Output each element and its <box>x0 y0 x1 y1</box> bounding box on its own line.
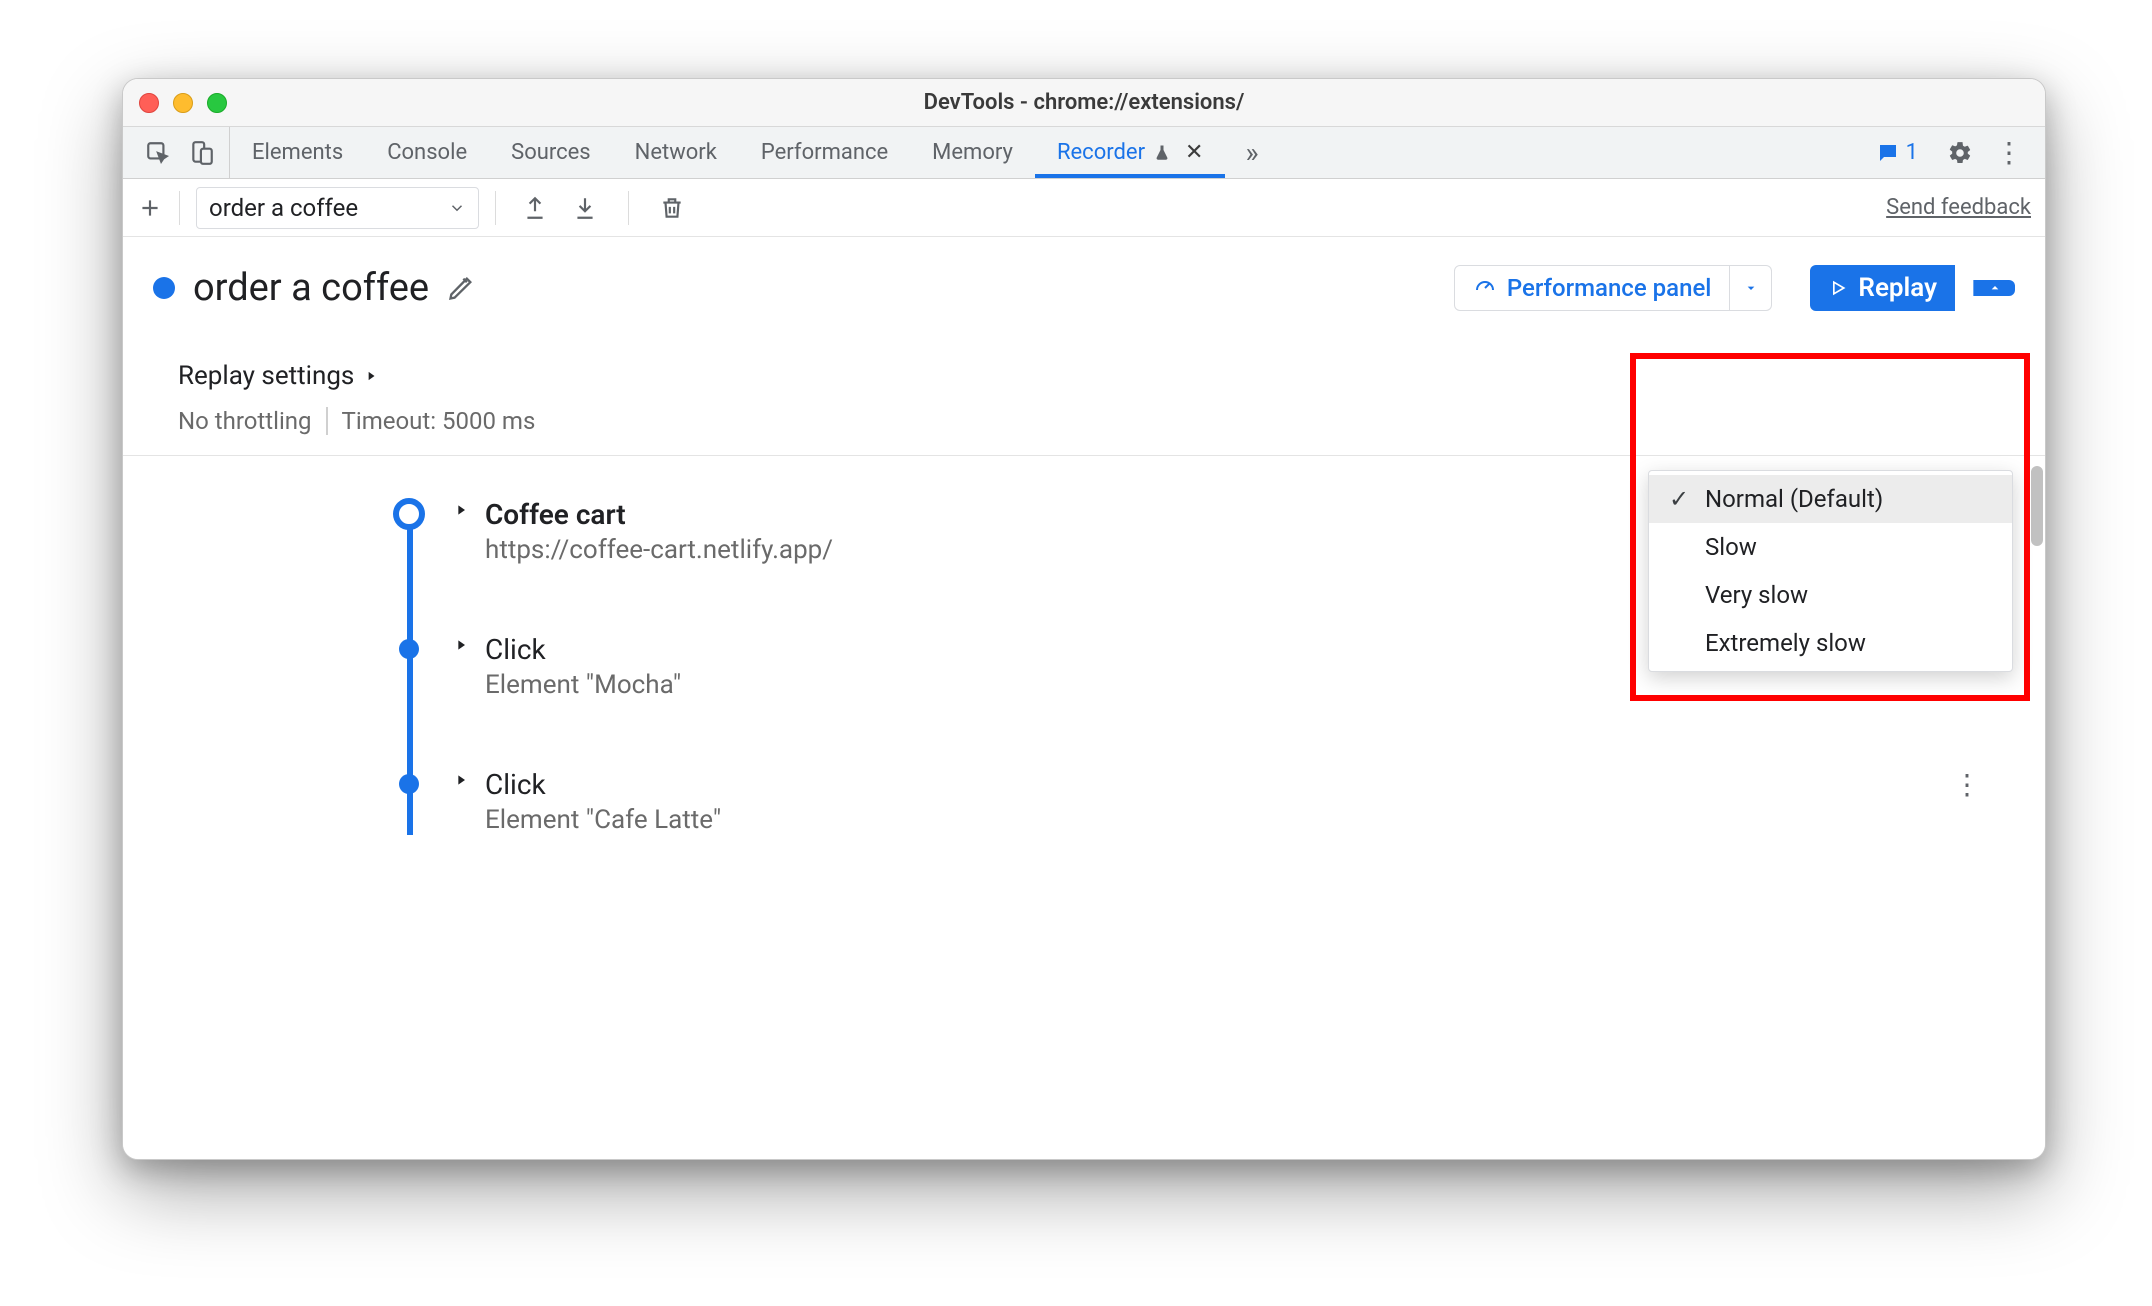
step-subtitle: https://coffee-cart.netlify.app/ <box>485 535 833 565</box>
recording-title: order a coffee <box>193 266 429 310</box>
tabs-overflow-button[interactable]: » <box>1225 127 1278 178</box>
tabs-list: Elements Console Sources Network Perform… <box>230 127 1225 178</box>
replay-settings-label: Replay settings <box>178 361 354 391</box>
step-node <box>399 774 419 794</box>
replay-settings-section: Replay settings No throttling Timeout: 5… <box>123 321 2045 456</box>
tab-elements[interactable]: Elements <box>230 127 365 178</box>
replay-speed-label: Normal (Default) <box>1705 485 1883 513</box>
close-window-button[interactable] <box>139 93 159 113</box>
fullscreen-window-button[interactable] <box>207 93 227 113</box>
replay-speed-option[interactable]: Extremely slow <box>1649 619 2012 667</box>
chevron-right-icon <box>364 369 378 383</box>
step-subtitle: Element "Cafe Latte" <box>485 805 721 835</box>
recording-header: order a coffee Performance panel Replay <box>123 237 2045 321</box>
tab-memory[interactable]: Memory <box>910 127 1035 178</box>
replay-speed-option[interactable]: Slow <box>1649 523 2012 571</box>
performance-panel-button[interactable]: Performance panel <box>1454 265 1731 311</box>
replay-speed-label: Very slow <box>1705 581 1808 609</box>
chevron-down-icon <box>448 199 466 217</box>
performance-panel-label: Performance panel <box>1507 274 1712 302</box>
titlebar: DevTools - chrome://extensions/ <box>123 79 2045 127</box>
performance-panel-dropdown[interactable] <box>1730 265 1772 311</box>
edit-title-icon[interactable] <box>447 274 475 302</box>
step-title: Click <box>485 633 681 666</box>
check-icon: ✓ <box>1667 485 1691 513</box>
tab-console[interactable]: Console <box>365 127 489 178</box>
replay-speed-menu: ✓ Normal (Default) Slow Very slow Extrem… <box>1648 470 2013 672</box>
step-node <box>393 498 425 530</box>
step-menu-icon[interactable]: ⋮ <box>1953 768 1981 801</box>
devtools-tabbar: Elements Console Sources Network Perform… <box>123 127 2045 179</box>
minimize-window-button[interactable] <box>173 93 193 113</box>
tab-recorder[interactable]: Recorder ✕ <box>1035 127 1226 178</box>
issues-count: 1 <box>1906 140 1918 165</box>
traffic-lights <box>139 93 227 113</box>
device-toolbar-icon[interactable] <box>189 140 215 166</box>
separator <box>326 407 328 435</box>
replay-label: Replay <box>1858 273 1937 303</box>
recorder-toolbar: order a coffee Send feedback <box>123 179 2045 237</box>
export-icon[interactable] <box>522 195 548 221</box>
expand-step-icon[interactable] <box>453 772 469 788</box>
throttling-value: No throttling <box>178 407 312 435</box>
new-recording-icon[interactable] <box>137 195 163 221</box>
tab-recorder-label: Recorder <box>1057 140 1145 165</box>
play-icon <box>1828 278 1848 298</box>
step-subtitle: Element "Mocha" <box>485 670 681 700</box>
step-node <box>399 639 419 659</box>
recording-selector[interactable]: order a coffee <box>196 187 479 229</box>
step-item[interactable]: Click Element "Cafe Latte" ⋮ <box>393 768 2045 835</box>
tab-performance[interactable]: Performance <box>739 127 910 178</box>
import-icon[interactable] <box>572 195 598 221</box>
performance-panel-group: Performance panel <box>1454 265 1773 311</box>
gauge-icon <box>1473 276 1497 300</box>
step-title: Coffee cart <box>485 498 833 531</box>
issues-button[interactable]: 1 <box>1869 137 1925 168</box>
replay-settings-toggle[interactable]: Replay settings <box>178 361 1990 391</box>
replay-speed-label: Slow <box>1705 533 1757 561</box>
recording-status-dot <box>153 277 175 299</box>
tab-sources[interactable]: Sources <box>489 127 613 178</box>
window-title: DevTools - chrome://extensions/ <box>123 90 2045 115</box>
tab-network[interactable]: Network <box>613 127 739 178</box>
send-feedback-link[interactable]: Send feedback <box>1886 195 2031 220</box>
replay-speed-option[interactable]: ✓ Normal (Default) <box>1649 475 2012 523</box>
step-title: Click <box>485 768 721 801</box>
inspect-element-icon[interactable] <box>145 140 171 166</box>
replay-speed-label: Extremely slow <box>1705 629 1866 657</box>
expand-step-icon[interactable] <box>453 502 469 518</box>
settings-icon[interactable] <box>1947 140 1973 166</box>
more-icon[interactable]: ⋮ <box>1995 136 2023 169</box>
experiment-icon <box>1153 143 1171 163</box>
replay-dropdown-button[interactable] <box>1973 280 2015 296</box>
replay-speed-option[interactable]: Very slow <box>1649 571 2012 619</box>
timeout-value: Timeout: 5000 ms <box>342 407 536 435</box>
expand-step-icon[interactable] <box>453 637 469 653</box>
close-tab-icon[interactable]: ✕ <box>1185 140 1203 165</box>
recording-selector-label: order a coffee <box>209 194 358 222</box>
delete-icon[interactable] <box>659 195 685 221</box>
replay-button[interactable]: Replay <box>1810 265 1955 311</box>
